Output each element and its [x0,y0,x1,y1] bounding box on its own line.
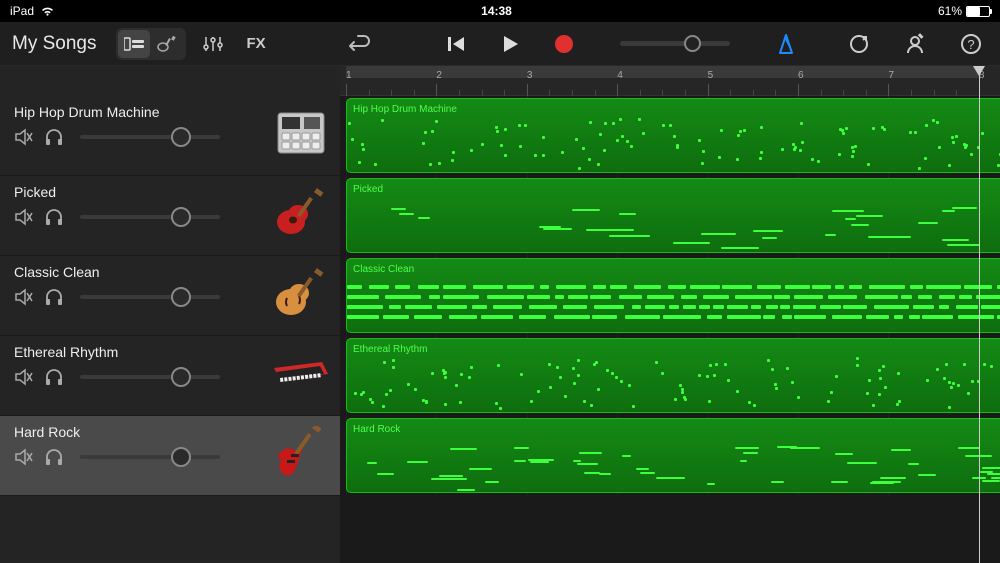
volume-slider[interactable] [80,295,220,299]
track-name-label: Hard Rock [14,424,268,440]
mute-icon[interactable] [14,448,34,466]
headphones-icon[interactable] [44,128,64,146]
midi-region[interactable]: Picked [346,178,1000,253]
instrument-icon[interactable] [272,344,330,402]
record-button[interactable] [548,28,580,60]
volume-slider[interactable] [80,375,220,379]
region-label: Hip Hop Drum Machine [347,101,463,118]
midi-region[interactable]: Hip Hop Drum Machine [346,98,1000,173]
wifi-icon [40,6,55,17]
headphones-icon[interactable] [44,208,64,226]
volume-slider[interactable] [80,215,220,219]
battery-icon [966,6,990,17]
track-name-label: Classic Clean [14,264,268,280]
timeline-ruler[interactable]: 12345678 [340,66,1000,96]
mute-icon[interactable] [14,368,34,386]
volume-slider[interactable] [80,455,220,459]
headphones-icon[interactable] [44,448,64,466]
instrument-icon[interactable] [272,264,330,322]
undo-button[interactable] [344,28,376,60]
region-label: Ethereal Rhythm [347,341,433,358]
region-label: Picked [347,181,389,198]
instrument-icon[interactable] [272,424,330,482]
midi-region[interactable]: Hard Rock [346,418,1000,493]
arrangement-area[interactable]: 12345678 Hip Hop Drum Machine Picked Class… [340,66,1000,563]
play-button[interactable] [494,28,526,60]
track-controls-button[interactable] [196,29,230,59]
mute-icon[interactable] [14,208,34,226]
back-my-songs[interactable]: My Songs [12,33,96,55]
track-header[interactable]: Hip Hop Drum Machine [0,96,340,176]
region-label: Classic Clean [347,261,420,278]
headphones-icon[interactable] [44,288,64,306]
status-bar: iPad 14:38 61% [0,0,1000,22]
instrument-view-button[interactable] [152,30,184,58]
track-header[interactable]: Picked [0,176,340,256]
settings-button[interactable] [898,29,932,59]
rewind-button[interactable] [440,28,472,60]
instrument-icon[interactable] [272,104,330,162]
mute-icon[interactable] [14,288,34,306]
transport-controls [344,28,802,60]
track-header[interactable]: Ethereal Rhythm [0,336,340,416]
view-mode-segmented[interactable] [116,28,186,60]
track-name-label: Ethereal Rhythm [14,344,268,360]
help-button[interactable]: ? [954,29,988,59]
metronome-button[interactable] [770,28,802,60]
track-header[interactable]: Classic Clean [0,256,340,336]
track-header[interactable]: Hard Rock [0,416,340,496]
fx-button[interactable]: FX [240,35,271,52]
midi-region[interactable]: Ethereal Rhythm [346,338,1000,413]
track-name-label: Picked [14,184,268,200]
midi-region[interactable]: Classic Clean [346,258,1000,333]
tracks-view-button[interactable] [118,30,150,58]
track-name-label: Hip Hop Drum Machine [14,104,268,120]
scrub-slider[interactable] [620,41,730,46]
track-headers-sidebar: Hip Hop Drum Machine Picked Classic Clea… [0,66,340,563]
volume-slider[interactable] [80,135,220,139]
region-label: Hard Rock [347,421,406,438]
battery-pct: 61% [938,4,962,18]
mute-icon[interactable] [14,128,34,146]
headphones-icon[interactable] [44,368,64,386]
instrument-icon[interactable] [272,184,330,242]
loop-browser-button[interactable] [842,29,876,59]
playhead[interactable] [979,66,980,563]
svg-text:?: ? [967,37,974,52]
device-label: iPad [10,4,34,18]
toolbar: My Songs FX [0,22,1000,66]
clock: 14:38 [55,4,938,18]
